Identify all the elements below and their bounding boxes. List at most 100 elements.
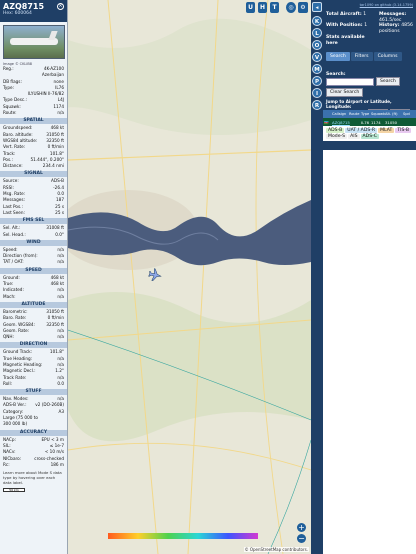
chip-adsb[interactable]: ADS-B (326, 128, 345, 133)
stats-row: Total Aircraft: 1 Messages: 461.5/sec (326, 12, 413, 23)
sidebar-button-p[interactable]: P (312, 76, 322, 86)
messages-stat: Messages: 461.5/sec (379, 12, 413, 23)
with-position-value: 1 (364, 23, 368, 28)
stats-available-link[interactable]: Stats available here (326, 35, 366, 46)
col-route[interactable]: Route (348, 112, 360, 116)
direction-row: Roll: 0.0 (0, 381, 67, 387)
speed-row: Mach: n/a (0, 294, 67, 300)
altitude-section: Barometric: 31050 ft Baro. Rate: 0 ft/min Ge… (0, 309, 67, 340)
spatial-row: Distance: 234.4 nmi (0, 163, 67, 169)
sidebar-button-m[interactable]: M (312, 64, 322, 74)
section-accuracy: ACCURACY (0, 429, 67, 436)
chip-tisb[interactable]: TIS-B (395, 128, 412, 133)
spatial-label: Distance: (3, 163, 23, 169)
tab-columns[interactable]: Columns (373, 52, 402, 61)
tab-search[interactable]: Search (326, 52, 350, 61)
settings-gear-icon[interactable]: ⚙ (298, 2, 308, 13)
direction-value: 0.0 (57, 380, 64, 386)
sidebar-button-v[interactable]: V (312, 52, 322, 62)
flag-icon: 🇦🇿 (324, 119, 329, 125)
section-signal: SIGNAL (0, 171, 67, 178)
with-position: With Position: 1 (326, 23, 367, 34)
accuracy-value: 186 m (50, 461, 64, 467)
map-button-h[interactable]: H (258, 2, 267, 13)
with-position-label: With Position: (326, 23, 363, 28)
speed-section: Ground: 468 kt True: 468 kt Indicated: n/a Mac… (0, 275, 67, 300)
speed-label: Mach: (3, 293, 16, 299)
chip-uat[interactable]: UAT / ADS-R (345, 128, 378, 133)
zoom-in-button[interactable]: + (297, 523, 306, 532)
sidebar-button-r[interactable]: R (312, 100, 322, 110)
col-callsign[interactable]: Callsign (331, 112, 348, 116)
direction-section: Ground Track: 101.8° True Heading: n/a Magne… (0, 349, 67, 387)
section-fms: FMS SEL (0, 218, 67, 225)
chip-adsc[interactable]: ADS-C (360, 134, 379, 139)
col-speed[interactable]: Spd (402, 112, 412, 116)
spatial-value: 234.4 nmi (42, 163, 64, 169)
stuff-value: A3 (58, 408, 64, 414)
footer-note: Learn more about Mode S data type by hov… (3, 470, 62, 486)
clear-search-button[interactable]: Clear Search (326, 88, 364, 97)
map-button-u[interactable]: U (246, 2, 255, 13)
sidebar-button-l[interactable]: L (312, 28, 322, 38)
search-button[interactable]: Search (376, 77, 400, 86)
signal-row: Last Seen: 25 s (0, 210, 67, 216)
fms-section: Sel. Alt.: 31008 ft Sel. Head.: 0.0° (0, 225, 67, 238)
history-stat: History: 4856 positions (379, 23, 413, 34)
table-row[interactable]: 🇦🇿 AZQ8715 IL76 1174 31050 (323, 118, 416, 126)
stuff-row: 300 000 lb) (0, 421, 67, 427)
col-squawk[interactable]: Squawk (370, 112, 385, 116)
section-wind: WIND (0, 239, 67, 246)
wind-section: Speed: n/a Direction (from): n/a TAT / OAT: n… (0, 247, 67, 266)
fms-value: 0.0° (55, 231, 64, 237)
fms-label: Sel. Head.: (3, 231, 26, 237)
wind-label: TAT / OAT: (3, 259, 24, 265)
scale-bar: 50 km (3, 488, 25, 493)
info-label: Type: (3, 84, 15, 90)
info-label: Route: (3, 110, 17, 116)
sidebar-button-i[interactable]: I (312, 88, 322, 98)
collapse-sidebar-icon[interactable]: ◂ (312, 2, 322, 12)
github-link[interactable]: tar1090 on github (3.14.1759) (326, 3, 413, 7)
section-altitude: ALTITUDE (0, 301, 67, 308)
total-aircraft: Total Aircraft: 1 (326, 12, 366, 23)
aircraft-photo[interactable] (3, 25, 65, 59)
spatial-section: Groundspeed: 468 kt Baro. altitude: 31050 f… (0, 125, 67, 169)
fms-row: Sel. Head.: 0.0° (0, 232, 67, 238)
zoom-out-button[interactable]: − (297, 534, 306, 543)
aircraft-info-panel: AZQ8715 Hex: 600064 × Image © CKLIB8 Reg… (0, 0, 68, 554)
direction-label: Roll: (3, 380, 13, 386)
map-canvas[interactable] (68, 0, 311, 554)
wind-value: n/a (57, 259, 64, 265)
map-view[interactable]: U H T ◎ ⚙ + − © OpenStreetMap contributo… (68, 0, 311, 554)
col-type[interactable]: Type (360, 112, 370, 116)
tab-filters[interactable]: Filters (350, 52, 373, 61)
info-value: n/a (57, 110, 64, 116)
chip-mlat[interactable]: MLAT (378, 128, 395, 133)
search-row: Search (326, 77, 413, 86)
row-callsign[interactable]: AZQ8715 (331, 120, 350, 125)
stuff-section: Nav. Modes: n/a ADS-B Ver.: v2 (DO-260B) Cat… (0, 396, 67, 427)
signal-value: 25 s (55, 209, 64, 215)
chip-modes[interactable]: Mode-S (326, 134, 348, 139)
history-label: History: (379, 23, 400, 28)
search-input[interactable] (326, 77, 374, 86)
total-aircraft-label: Total Aircraft: (326, 12, 362, 17)
aircraft-table: Callsign Route Type Squawk Alt. (ft) Spd… (323, 110, 416, 141)
close-icon[interactable]: × (57, 3, 64, 10)
chip-ais[interactable]: AIS (348, 134, 360, 139)
sidebar-button-k[interactable]: K (312, 16, 322, 26)
col-altitude[interactable]: Alt. (ft) (384, 112, 402, 116)
info-row: Route: n/a (0, 110, 67, 116)
info-label: Reg.: (3, 66, 14, 71)
accuracy-section: NACp: EPU < 3 m SIL: ≤ 1e-7 NACv: < 10 m/s NIC… (0, 437, 67, 468)
map-attribution: © OpenStreetMap contributors. (243, 547, 309, 552)
source-legend: ADS-B UAT / ADS-R MLAT TIS-B Mode-S AIS … (323, 126, 416, 141)
altitude-row: QNH: n/a (0, 334, 67, 340)
signal-section: Source: ADS-B RSSI: -26.4 Msg. Rate: 0.0 Messa… (0, 178, 67, 216)
sidebar-button-o[interactable]: O (312, 40, 322, 50)
info-header: AZQ8715 Hex: 600064 × (0, 0, 67, 22)
map-button-t[interactable]: T (270, 2, 279, 13)
sidebar-tabs: Search Filters Columns (326, 52, 413, 61)
layers-icon[interactable]: ◎ (286, 2, 296, 13)
